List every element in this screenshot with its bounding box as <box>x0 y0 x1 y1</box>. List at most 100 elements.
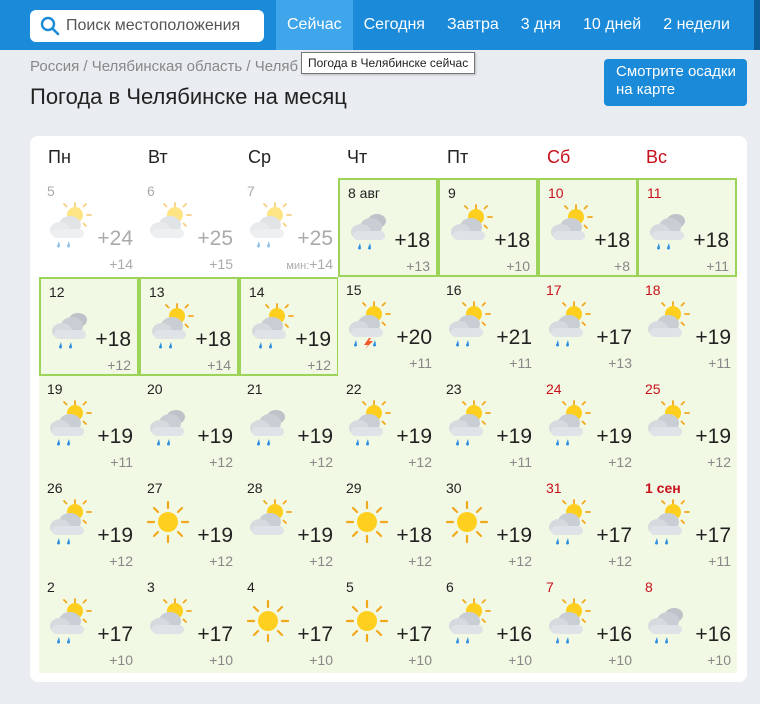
day-cell[interactable]: 7 +25 мин:+14 <box>239 178 339 277</box>
day-cell[interactable]: 18 +19 +11 <box>637 277 737 376</box>
tab-tomorrow[interactable]: Завтра <box>436 0 510 50</box>
day-cell[interactable]: 8 +16 +10 <box>637 574 737 673</box>
day-cell[interactable]: 13 +18 +14 <box>139 277 239 376</box>
day-cell[interactable]: 4 +17 +10 <box>239 574 339 673</box>
temp-min: +12 <box>408 454 432 470</box>
day-cell[interactable]: 2 +17 +10 <box>39 574 139 673</box>
temp-min-value: +11 <box>708 355 731 371</box>
day-cell[interactable]: 30 +19 +12 <box>438 475 538 574</box>
temp-min: +10 <box>209 652 233 668</box>
day-cell[interactable]: 19 +19 +11 <box>39 376 139 475</box>
temp-min: +14 <box>109 256 133 272</box>
day-cell[interactable]: 14 +19 +12 <box>239 277 339 376</box>
rain-cloud-icon <box>344 202 394 252</box>
day-cell[interactable]: 25 +19 +12 <box>637 376 737 475</box>
day-cell[interactable]: 20 +19 +12 <box>139 376 239 475</box>
search-input[interactable] <box>66 17 256 35</box>
day-cell[interactable]: 6 +25 +15 <box>139 178 239 277</box>
cloud-sun-icon <box>641 299 691 349</box>
nav-edge[interactable] <box>754 0 760 50</box>
temp-min-value: +10 <box>506 258 530 274</box>
day-date: 4 <box>247 579 255 595</box>
day-cell[interactable]: 16 +21 +11 <box>438 277 538 376</box>
day-cell[interactable]: 28 +19 +12 <box>239 475 339 574</box>
temp-max: +18 <box>394 229 430 252</box>
day-cell[interactable]: 31 +17 +12 <box>538 475 638 574</box>
cloud-sun-icon <box>544 202 594 252</box>
temp-min-value: +13 <box>406 258 430 274</box>
day-cell[interactable]: 21 +19 +12 <box>239 376 339 475</box>
cloud-sun-icon <box>143 596 193 646</box>
day-cell[interactable]: 17 +17 +13 <box>538 277 638 376</box>
temp-max: +19 <box>197 524 233 547</box>
temp-min-value: +14 <box>109 256 133 272</box>
temp-min: +11 <box>509 355 532 371</box>
day-date: 25 <box>645 381 661 397</box>
temp-min: +10 <box>506 258 530 274</box>
breadcrumb[interactable]: Россия / Челябинская область / Челяб <box>30 58 298 75</box>
day-cell[interactable]: 3 +17 +10 <box>139 574 239 673</box>
day-date: 1 сен <box>645 480 681 496</box>
day-cell[interactable]: 26 +19 +12 <box>39 475 139 574</box>
temp-min-value: +11 <box>110 454 133 470</box>
rain-sun-icon <box>43 398 93 448</box>
day-date: 28 <box>247 480 263 496</box>
day-cell[interactable]: 11 +18 +11 <box>637 178 737 277</box>
day-date: 15 <box>346 282 362 298</box>
temp-min-value: +14 <box>309 256 333 272</box>
day-cell[interactable]: 15 +20 +11 <box>338 277 438 376</box>
day-date: 17 <box>546 282 562 298</box>
temp-max: +18 <box>693 229 729 252</box>
temp-min: +11 <box>708 553 731 569</box>
temp-min: +11 <box>110 454 133 470</box>
day-cell[interactable]: 23 +19 +11 <box>438 376 538 475</box>
day-date: 30 <box>446 480 462 496</box>
rain-cloud-icon <box>243 398 293 448</box>
temp-min: +11 <box>409 355 432 371</box>
temp-min-value: +15 <box>209 256 233 272</box>
day-cell[interactable]: 6 +16 +10 <box>438 574 538 673</box>
temp-max: +17 <box>695 524 731 547</box>
day-cell[interactable]: 24 +19 +12 <box>538 376 638 475</box>
temp-min-value: +12 <box>209 553 233 569</box>
day-cell[interactable]: 7 +16 +10 <box>538 574 638 673</box>
day-cell[interactable]: 27 +19 +12 <box>139 475 239 574</box>
temp-min: +12 <box>408 553 432 569</box>
temp-max: +17 <box>396 623 432 646</box>
tab-3-days[interactable]: 3 дня <box>510 0 572 50</box>
day-cell[interactable]: 8 авг +18 +13 <box>338 178 438 277</box>
temp-max: +19 <box>695 326 731 349</box>
temp-min: +14 <box>207 357 231 373</box>
day-cell[interactable]: 1 сен +17 +11 <box>637 475 737 574</box>
tab-10-days[interactable]: 10 дней <box>572 0 652 50</box>
rain-cloud-icon <box>641 596 691 646</box>
day-cell[interactable]: 12 +18 +12 <box>39 277 139 376</box>
temp-max: +17 <box>596 326 632 349</box>
temp-max: +19 <box>297 524 333 547</box>
cloud-sun-icon <box>641 398 691 448</box>
day-cell[interactable]: 22 +19 +12 <box>338 376 438 475</box>
temp-min: +10 <box>707 652 731 668</box>
temp-min-value: +11 <box>509 454 532 470</box>
day-date: 19 <box>47 381 63 397</box>
day-cell[interactable]: 5 +17 +10 <box>338 574 438 673</box>
temp-max: +18 <box>396 524 432 547</box>
search-box[interactable] <box>30 10 264 42</box>
tab-2-weeks[interactable]: 2 недели <box>652 0 741 50</box>
temp-min: +8 <box>614 258 630 274</box>
day-cell[interactable]: 29 +18 +12 <box>338 475 438 574</box>
temp-min-value: +11 <box>509 355 532 371</box>
tab-today[interactable]: Сегодня <box>353 0 436 50</box>
precipitation-map-button[interactable]: Смотрите осадки на карте <box>604 59 747 106</box>
day-date: 27 <box>147 480 163 496</box>
day-cell[interactable]: 10 +18 +8 <box>538 178 638 277</box>
tab-now[interactable]: Сейчас <box>276 0 353 50</box>
temp-max: +19 <box>295 328 331 351</box>
day-date: 22 <box>346 381 362 397</box>
day-cell[interactable]: 9 +18 +10 <box>438 178 538 277</box>
day-cell[interactable]: 5 +24 +14 <box>39 178 139 277</box>
day-date: 12 <box>49 284 65 300</box>
day-date: 23 <box>446 381 462 397</box>
sun-icon <box>143 497 193 547</box>
temp-min: +11 <box>706 258 729 274</box>
